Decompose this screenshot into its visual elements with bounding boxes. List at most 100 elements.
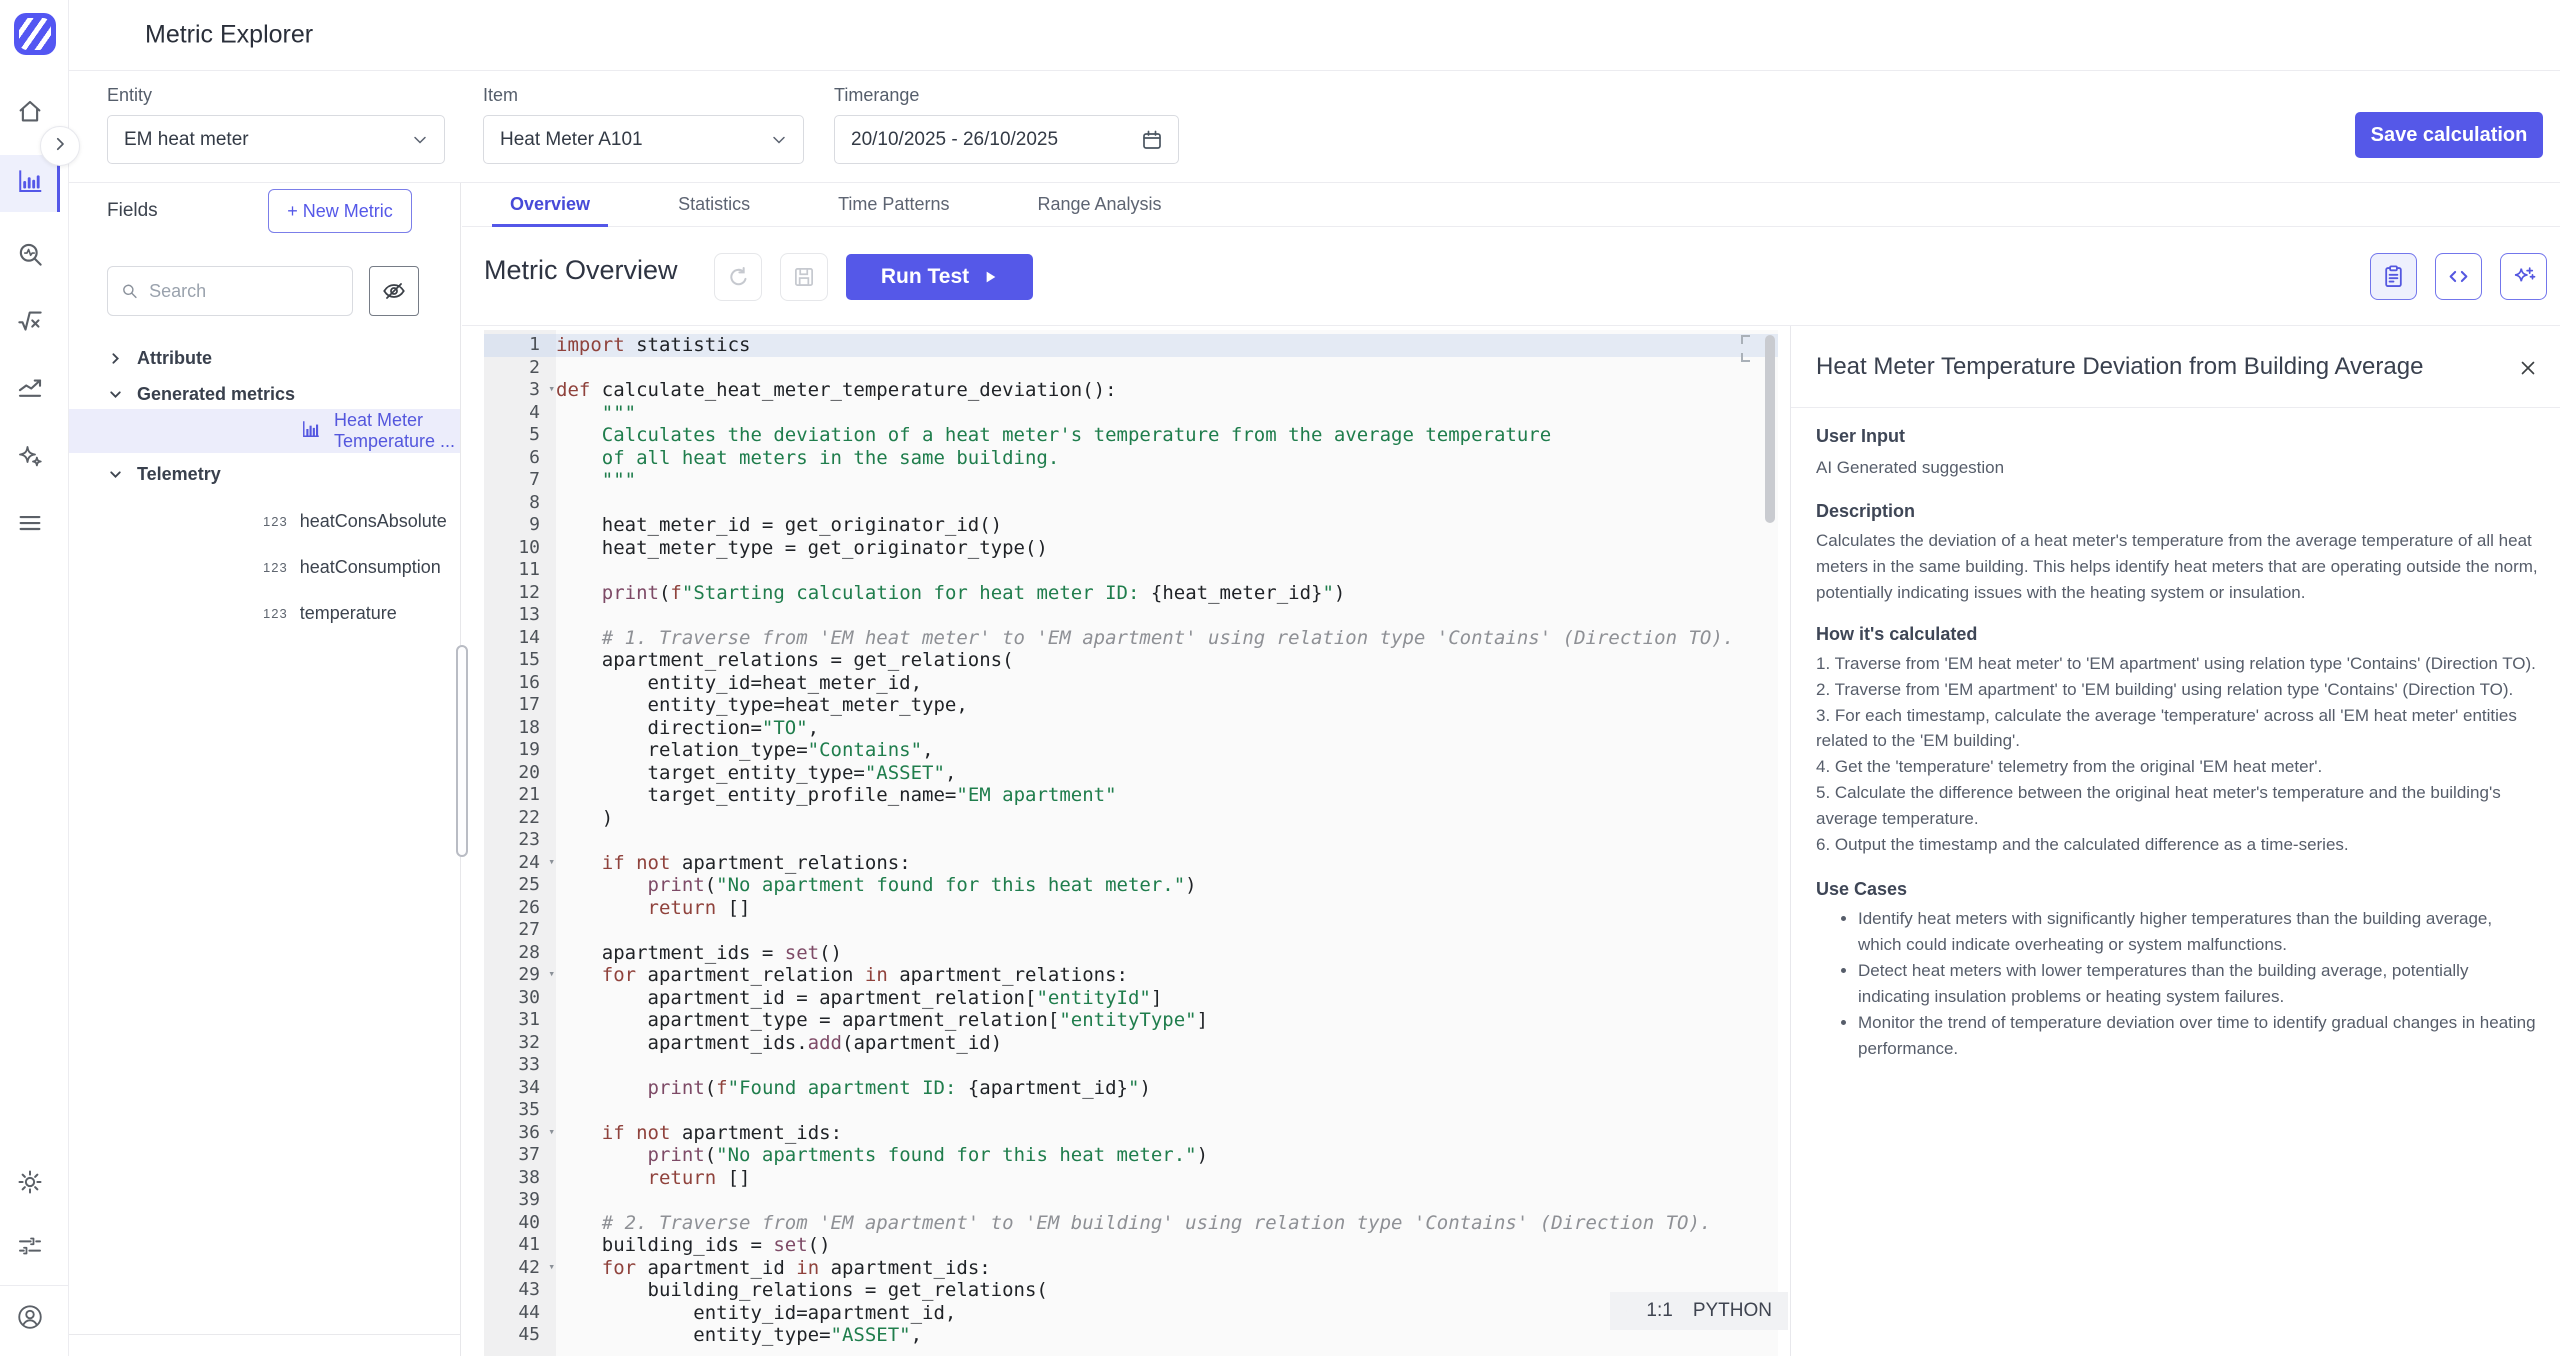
- timerange-input[interactable]: 20/10/2025 - 26/10/2025: [834, 115, 1179, 164]
- code-line: apartment_ids = set(): [556, 942, 1778, 965]
- chevron-down-icon: [107, 466, 124, 483]
- code-line: print("No apartment found for this heat …: [556, 874, 1778, 897]
- tree-section-attribute[interactable]: Attribute: [107, 343, 450, 373]
- gutter-line: 14: [484, 627, 556, 650]
- editor-fullscreen-toggle[interactable]: [1741, 353, 1750, 362]
- reset-button[interactable]: [714, 253, 762, 301]
- code-line: if not apartment_ids:: [556, 1122, 1778, 1145]
- code-editor[interactable]: 123▾456789101112131415161718192021222324…: [484, 330, 1778, 1356]
- sidebar-expand-button[interactable]: [40, 126, 80, 166]
- editor-code[interactable]: import statistics def calculate_heat_met…: [556, 330, 1778, 1356]
- description-text: Calculates the deviation of a heat meter…: [1816, 528, 2538, 606]
- rail-item-menu[interactable]: [0, 505, 60, 545]
- rail-item-settings[interactable]: [0, 1164, 60, 1204]
- tab-statistics[interactable]: Statistics: [660, 183, 768, 226]
- tab-range-analysis[interactable]: Range Analysis: [1019, 183, 1179, 226]
- details-title: Heat Meter Temperature Deviation from Bu…: [1816, 353, 2423, 381]
- ai-assist-button[interactable]: [2500, 253, 2547, 300]
- rail-item-formula[interactable]: [0, 303, 60, 343]
- code-line: # 2. Traverse from 'EM apartment' to 'EM…: [556, 1212, 1778, 1235]
- sparkle-plus-icon: [2510, 263, 2537, 290]
- gutter-line: 11: [484, 559, 556, 582]
- fold-toggle-icon[interactable]: ▾: [548, 378, 555, 401]
- code-line: [556, 357, 1778, 380]
- chevron-right-icon: [51, 135, 69, 158]
- gutter-line: 16: [484, 672, 556, 695]
- code-view-button[interactable]: [2435, 253, 2482, 300]
- tab-time-patterns[interactable]: Time Patterns: [820, 183, 967, 226]
- item-select[interactable]: Heat Meter A101: [483, 115, 804, 164]
- metric-overview-heading: Metric Overview: [484, 255, 678, 286]
- rail-item-sparkles[interactable]: [0, 439, 60, 479]
- gutter-line: 30: [484, 987, 556, 1010]
- gutter-line: 12: [484, 582, 556, 605]
- gutter-line: 4: [484, 402, 556, 425]
- numeric-field-icon: 123: [263, 514, 288, 529]
- code-line: print(f"Found apartment ID: {apartment_i…: [556, 1077, 1778, 1100]
- gutter-line: 33: [484, 1054, 556, 1077]
- gutter-line: 6: [484, 447, 556, 470]
- editor-language[interactable]: PYTHON: [1693, 1300, 1772, 1322]
- tree-section-telemetry[interactable]: Telemetry: [107, 459, 450, 489]
- cursor-position: 1:1: [1646, 1300, 1672, 1322]
- numeric-field-icon: 123: [263, 606, 288, 621]
- code-line: target_entity_profile_name="EM apartment…: [556, 784, 1778, 807]
- editor-gutter: 123▾456789101112131415161718192021222324…: [484, 330, 556, 1356]
- editor-fullscreen-toggle[interactable]: [1741, 335, 1750, 344]
- code-line: entity_type=heat_meter_type,: [556, 694, 1778, 717]
- save-calculation-button[interactable]: Save calculation: [2355, 112, 2543, 158]
- code-line: entity_id=apartment_id,: [556, 1302, 1778, 1325]
- rail-item-trend[interactable]: [0, 369, 60, 409]
- details-panel-button[interactable]: [2370, 253, 2417, 300]
- tree-item-temperature[interactable]: 123temperature: [107, 599, 450, 627]
- fold-toggle-icon[interactable]: ▾: [548, 1121, 555, 1144]
- tree-item-heatconsabsolute[interactable]: 123heatConsAbsolute: [107, 507, 450, 535]
- run-test-button[interactable]: Run Test: [846, 254, 1033, 300]
- user-input-value: AI Generated suggestion: [1816, 455, 2538, 481]
- gutter-line: 38: [484, 1167, 556, 1190]
- editor-scrollbar[interactable]: [1765, 335, 1775, 523]
- tab-overview[interactable]: Overview: [492, 183, 608, 226]
- fold-toggle-icon[interactable]: ▾: [548, 1256, 555, 1279]
- code-line: entity_type="ASSET",: [556, 1324, 1778, 1347]
- use-cases-heading: Use Cases: [1816, 879, 2538, 900]
- entity-select[interactable]: EM heat meter: [107, 115, 445, 164]
- close-button[interactable]: [2514, 354, 2542, 382]
- new-metric-button[interactable]: + New Metric: [268, 189, 412, 233]
- formula-icon: [15, 306, 45, 341]
- rail-item-tune[interactable]: [0, 1228, 60, 1268]
- search-input[interactable]: [149, 281, 340, 302]
- tree-section-generated-metrics[interactable]: Generated metrics: [107, 379, 450, 409]
- hide-fields-button[interactable]: [369, 266, 419, 316]
- left-nav-rail: [0, 0, 69, 1356]
- code-line: """: [556, 402, 1778, 425]
- code-line: building_ids = set(): [556, 1234, 1778, 1257]
- gutter-line: 5: [484, 424, 556, 447]
- gutter-line: 17: [484, 694, 556, 717]
- code-line: apartment_type = apartment_relation["ent…: [556, 1009, 1778, 1032]
- chevron-down-icon: [107, 386, 124, 403]
- fields-scrollbar[interactable]: [456, 645, 468, 857]
- code-line: print(f"Starting calculation for heat me…: [556, 582, 1778, 605]
- gutter-line: 40: [484, 1212, 556, 1235]
- metric-toolbar: Metric Overview Run Test: [462, 227, 2560, 326]
- fields-search[interactable]: [107, 266, 353, 316]
- code-icon: [2445, 263, 2472, 290]
- gutter-line: 1: [484, 334, 556, 357]
- tree-item-heatconsumption[interactable]: 123heatConsumption: [107, 553, 450, 581]
- tree-item-heat-meter-temperature[interactable]: Heat Meter Temperature ...: [69, 409, 460, 453]
- editor-statusbar: 1:1 PYTHON: [1610, 1292, 1788, 1330]
- save-metric-button[interactable]: [780, 253, 828, 301]
- gutter-line: 42▾: [484, 1257, 556, 1280]
- code-line: ): [556, 807, 1778, 830]
- fold-toggle-icon[interactable]: ▾: [548, 963, 555, 986]
- rail-item-account[interactable]: [0, 1299, 60, 1339]
- gutter-line: 8: [484, 492, 556, 515]
- rail-item-search-insights[interactable]: [0, 236, 60, 276]
- use-case-item: Monitor the trend of temperature deviati…: [1858, 1010, 2538, 1062]
- gutter-line: 41: [484, 1234, 556, 1257]
- gutter-line: 9: [484, 514, 556, 537]
- fields-tree: AttributeGenerated metricsHeat Meter Tem…: [107, 343, 450, 627]
- fold-toggle-icon[interactable]: ▾: [548, 851, 555, 874]
- how-calculated-step: 1. Traverse from 'EM heat meter' to 'EM …: [1816, 651, 2538, 677]
